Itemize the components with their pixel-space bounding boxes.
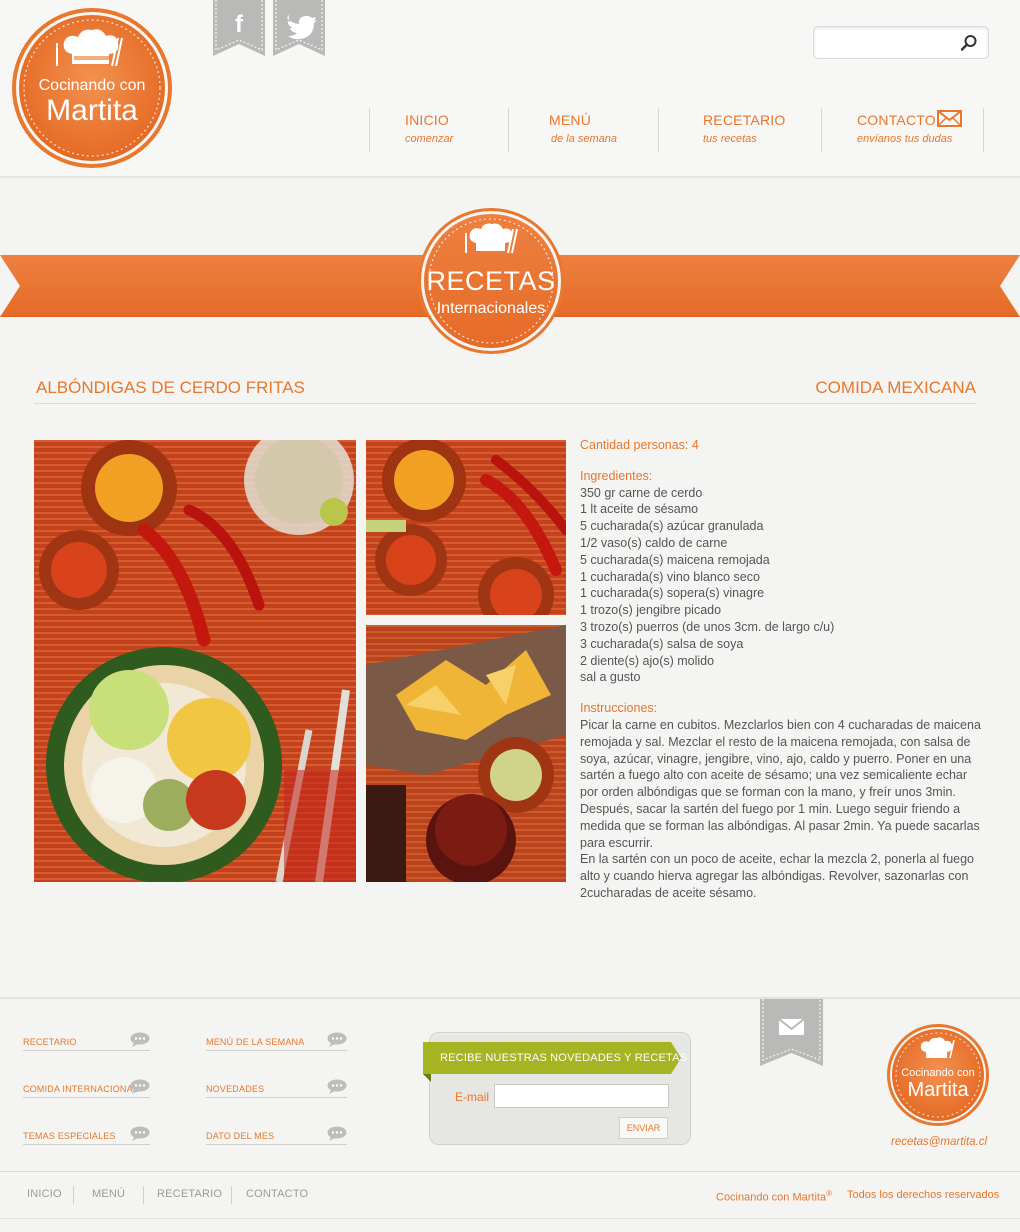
site-header: Cocinando con Martita f INICIO comenzar … — [0, 0, 1020, 178]
footer-logo-line2: Martita — [907, 1079, 969, 1101]
footer-link-menu-semana[interactable]: MENÚ DE LA SEMANA — [206, 1031, 347, 1051]
nav-inicio[interactable]: INICIO comenzar — [369, 108, 508, 152]
footer-link-temas-especiales[interactable]: TEMAS ESPECIALES — [23, 1125, 150, 1145]
footer-link-recetario[interactable]: RECETARIO — [23, 1031, 150, 1051]
footer-divider — [0, 1171, 1020, 1172]
contact-email-link[interactable]: recetas@martita.cl — [891, 1136, 987, 1148]
footer-logo[interactable]: Cocinando con Martita — [884, 1024, 992, 1127]
twitter-link[interactable] — [273, 0, 325, 56]
ingredient-item: sal a gusto — [580, 670, 641, 685]
footer-logo-line1: Cocinando con — [901, 1067, 974, 1079]
ingredient-item: 5 cucharada(s) azúcar granulada — [580, 519, 764, 534]
copyright-brand-text: Cocinando con Martita — [716, 1191, 827, 1204]
footer-link-label: NOVEDADES — [206, 1084, 265, 1094]
twitter-icon — [273, 0, 325, 56]
separator — [73, 1186, 74, 1204]
bottom-nav-inicio[interactable]: INICIO — [27, 1188, 62, 1200]
footer-divider — [0, 1218, 1020, 1219]
ingredient-item: 1 cucharada(s) vino blanco seco — [580, 569, 760, 584]
envelope-icon — [937, 110, 962, 127]
ingredient-item: 3 cucharada(s) salsa de soya — [580, 636, 744, 651]
mail-tag[interactable] — [760, 999, 823, 1066]
copyright-brand: Cocinando con Martita® — [716, 1189, 832, 1204]
speech-bubble-icon — [130, 1032, 150, 1047]
nav-subtitle: tus recetas — [703, 133, 757, 145]
nav-subtitle: comenzar — [405, 133, 454, 145]
footer-divider — [0, 997, 1020, 999]
speech-bubble-icon — [327, 1032, 347, 1047]
bottom-nav-recetario[interactable]: RECETARIO — [157, 1188, 222, 1200]
nav-subtitle: de la semana — [551, 133, 618, 145]
email-field[interactable] — [494, 1084, 669, 1108]
newsletter-title: RECIBE NUESTRAS NOVEDADES Y RECETAS — [440, 1052, 688, 1064]
nav-subtitle: envíanos tus dudas — [857, 133, 953, 145]
ingredient-item: 1/2 vaso(s) caldo de carne — [580, 535, 728, 550]
envelope-icon — [778, 1018, 805, 1035]
footer-link-label: RECETARIO — [23, 1037, 77, 1047]
recipe-title: ALBÓNDIGAS DE CERDO FRITAS — [36, 378, 305, 397]
nav-title: CONTACTO — [857, 112, 936, 128]
nav-title: MENÚ — [549, 112, 592, 128]
facebook-icon: f — [213, 0, 265, 56]
search-box — [813, 26, 989, 59]
ingredients-label: Ingredientes: — [580, 468, 653, 483]
separator — [143, 1186, 144, 1204]
nav-divider — [983, 108, 984, 152]
nav-title: INICIO — [405, 112, 449, 128]
registered-mark: ® — [826, 1189, 832, 1198]
ingredient-item: 2 diente(s) ajo(s) molido — [580, 653, 715, 668]
ingredient-item: 3 trozo(s) puerros (de unos 3cm. de larg… — [580, 619, 835, 634]
nav-title: RECETARIO — [703, 112, 786, 128]
facebook-link[interactable]: f — [213, 0, 265, 56]
ingredient-item: 350 gr carne de cerdo — [580, 485, 703, 500]
banner-title: RECETAS — [426, 266, 556, 296]
footer-link-label: MENÚ DE LA SEMANA — [206, 1037, 305, 1047]
logo-line2: Martita — [46, 94, 138, 127]
svg-text:f: f — [235, 11, 244, 38]
bottom-nav-menu[interactable]: MENÚ — [92, 1188, 125, 1200]
rights-text: Todos los derechos reservados — [847, 1189, 1000, 1201]
speech-bubble-icon — [130, 1126, 150, 1141]
recipe-photo-2[interactable] — [366, 440, 566, 615]
footer-link-comida-internacional[interactable]: COMIDA INTERNACIONAL — [23, 1078, 150, 1098]
recipe-photo-3[interactable] — [366, 625, 566, 882]
banner-subtitle: Internacionales — [436, 300, 546, 317]
ingredient-item: 1 cucharada(s) sopera(s) vinagre — [580, 586, 765, 601]
divider — [34, 403, 976, 404]
footer-link-label: TEMAS ESPECIALES — [23, 1131, 116, 1141]
site-logo[interactable]: Cocinando con Martita — [10, 8, 175, 170]
instructions-label: Instrucciones: — [580, 701, 658, 716]
search-input[interactable] — [814, 27, 954, 58]
nav-recetario[interactable]: RECETARIO tus recetas — [658, 108, 821, 152]
ingredient-item: 1 trozo(s) jengibre picado — [580, 603, 722, 618]
ingredient-item: 1 lt aceite de sésamo — [580, 502, 699, 517]
footer-link-novedades[interactable]: NOVEDADES — [206, 1078, 347, 1098]
speech-bubble-icon — [130, 1079, 150, 1094]
footer-link-label: DATO DEL MES — [206, 1131, 275, 1141]
logo-line1: Cocinando con — [39, 77, 146, 94]
recipe-photo-main[interactable] — [34, 440, 356, 882]
speech-bubble-icon — [327, 1126, 347, 1141]
servings: Cantidad personas: 4 — [580, 438, 699, 452]
search-icon[interactable] — [960, 34, 978, 52]
email-label: E-mail — [455, 1090, 490, 1104]
instructions-paragraph: En la sartén con un poco de aceite, echa… — [580, 852, 975, 900]
speech-bubble-icon — [327, 1079, 347, 1094]
footer-link-dato-mes[interactable]: DATO DEL MES — [206, 1125, 347, 1145]
ingredient-item: 5 cucharada(s) maicena remojada — [580, 552, 770, 567]
recipe-category[interactable]: COMIDA MEXICANA — [815, 378, 976, 398]
bottom-nav-contacto[interactable]: CONTACTO — [246, 1188, 308, 1200]
separator — [231, 1186, 232, 1204]
send-button[interactable]: ENVIAR — [619, 1117, 668, 1139]
footer-link-label: COMIDA INTERNACIONAL — [23, 1084, 139, 1094]
instructions-paragraph: Picar la carne en cubitos. Mezclarlos bi… — [580, 717, 981, 850]
nav-menu[interactable]: MENÚ de la semana — [508, 108, 658, 152]
recipe-details: Cantidad personas: 4 Ingredientes: 350 g… — [580, 437, 985, 902]
